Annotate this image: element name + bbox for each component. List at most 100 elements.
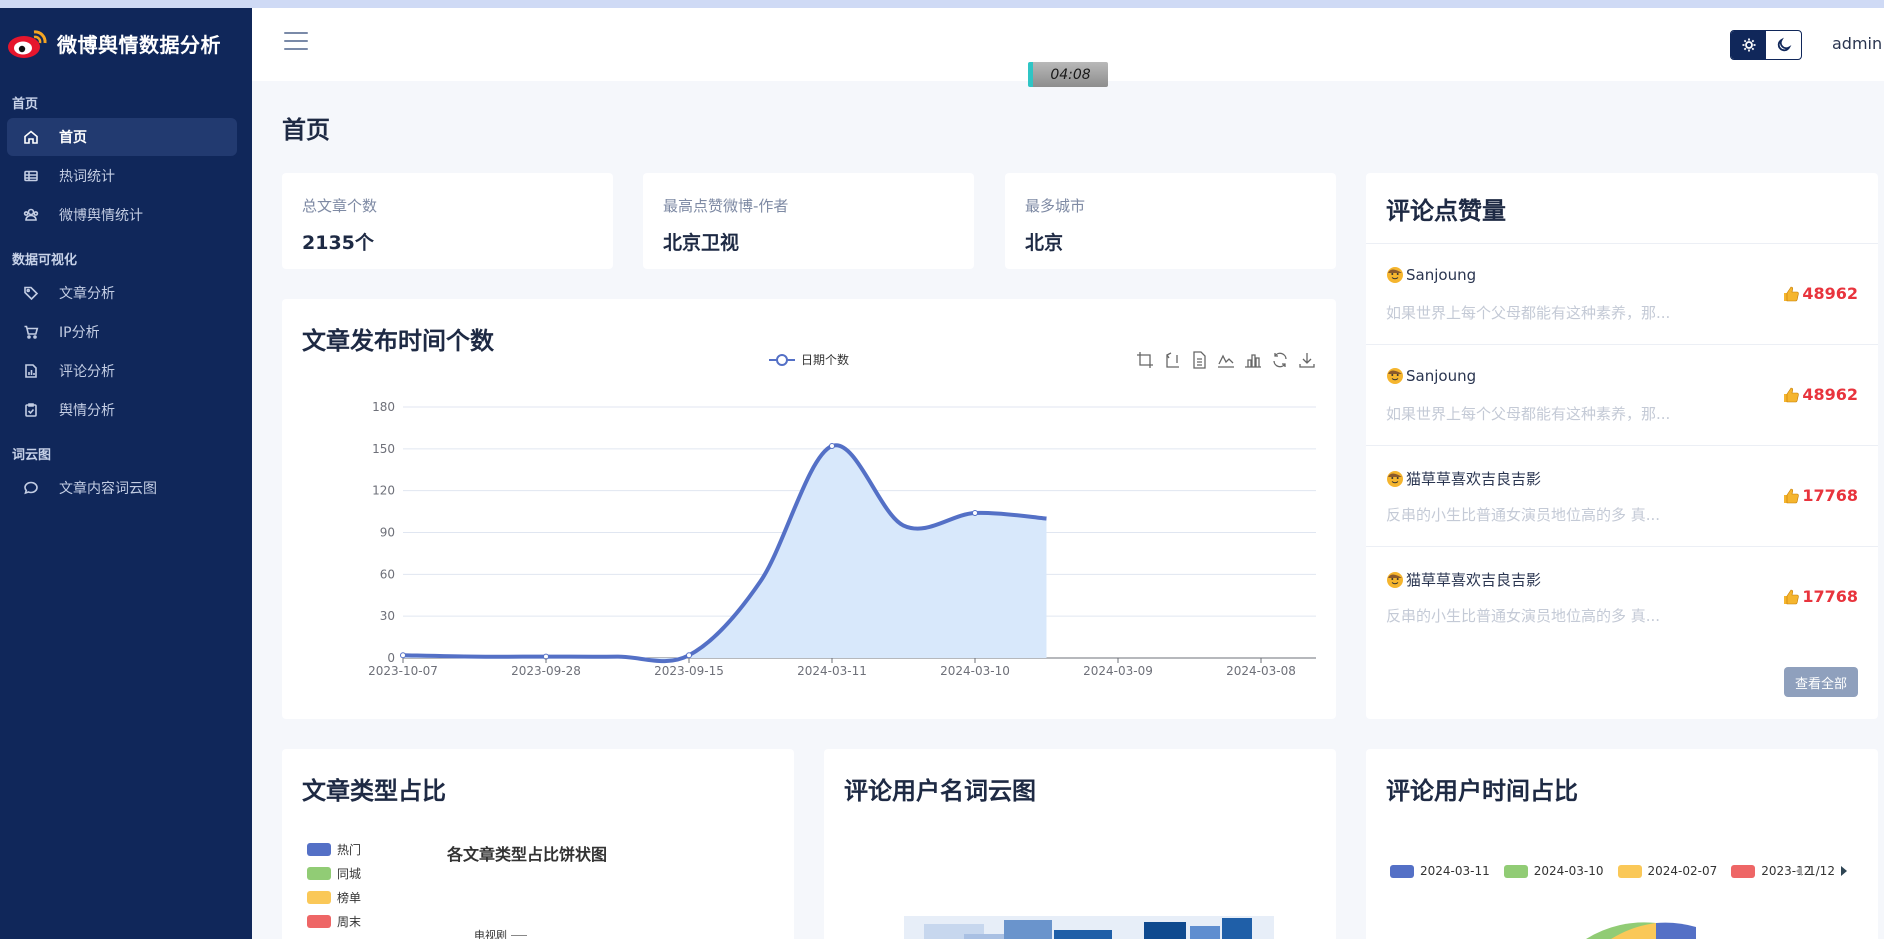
- comment-likes: 48962: [1782, 284, 1858, 303]
- comment-likes: 48962: [1782, 385, 1858, 404]
- user-menu[interactable]: admin: [1832, 34, 1882, 53]
- data-point: [400, 652, 406, 659]
- stat-card-top-city: 最多城市 北京: [1005, 173, 1336, 269]
- legend-item[interactable]: 榜单: [307, 889, 361, 906]
- x-tick-label: 2023-09-15: [654, 664, 724, 678]
- likes-count: 17768: [1802, 486, 1858, 505]
- sidebar-item-label: 微博舆情统计: [59, 208, 143, 224]
- user-face-icon: [1387, 267, 1403, 283]
- x-tick-label: 2024-03-08: [1226, 664, 1296, 678]
- sidebar-item-label: 首页: [59, 130, 87, 146]
- legend-swatch: [1731, 864, 1756, 878]
- sidebar-item-label: 文章分析: [59, 286, 115, 302]
- y-tick-label: 150: [372, 442, 395, 456]
- sidebar-item-ip-analysis[interactable]: IP分析: [7, 313, 237, 351]
- stat-card-total-articles: 总文章个数 2135个: [282, 173, 613, 269]
- legend-swatch: [1503, 864, 1528, 878]
- sidebar-item-weibo-stats[interactable]: 微博舆情统计: [7, 196, 237, 234]
- sun-icon: [1742, 38, 1755, 52]
- comment-item[interactable]: Sanjoung 如果世界上每个父母都能有这种素养，那... 48962: [1366, 344, 1878, 445]
- legend-label: 同城: [337, 867, 362, 881]
- home-icon: [24, 130, 38, 144]
- comment-item[interactable]: 猫草草喜欢吉良吉影 反串的小生比普通女演员地位高的多 真... 17768: [1366, 546, 1878, 647]
- legend-item[interactable]: 周末: [307, 913, 361, 930]
- legend-label: 周末: [337, 915, 362, 929]
- card-title: 评论点赞量: [1386, 197, 1506, 225]
- pie-chart-partial: [1586, 922, 1696, 939]
- brand[interactable]: 微博舆情数据分析: [0, 8, 252, 78]
- theme-toggle[interactable]: [1730, 30, 1802, 60]
- legend-item[interactable]: 热门: [307, 841, 361, 858]
- comment-username: Sanjoung: [1406, 266, 1477, 284]
- comment-likes: 17768: [1782, 587, 1858, 606]
- view-all-button[interactable]: 查看全部: [1784, 667, 1858, 697]
- comment-user: 猫草草喜欢吉良吉影: [1386, 468, 1541, 489]
- comment-item[interactable]: 猫草草喜欢吉良吉影 反串的小生比普通女演员地位高的多 真... 17768: [1366, 445, 1878, 546]
- stat-label: 总文章个数: [302, 197, 378, 215]
- x-tick-label: 2023-10-07: [368, 664, 438, 678]
- legend-swatch: [1390, 864, 1414, 878]
- page-title: 首页: [282, 116, 330, 144]
- user-face-icon: [1387, 368, 1403, 384]
- data-point: [829, 443, 835, 450]
- app-title: 微博舆情数据分析: [57, 32, 221, 57]
- data-point: [686, 652, 692, 659]
- legend-item[interactable]: 2024-03-10: [1503, 864, 1604, 878]
- legend-label: 热门: [337, 843, 362, 857]
- table-icon: [24, 170, 38, 182]
- pie-label: 电视剧: [474, 929, 507, 939]
- x-tick-label: 2024-03-11: [797, 664, 867, 678]
- next-page-icon[interactable]: [1839, 865, 1849, 877]
- thumbs-up-icon: [1784, 387, 1800, 402]
- y-tick-label: 180: [372, 400, 395, 414]
- cart-icon: [24, 325, 39, 339]
- legend-item[interactable]: 2024-02-07: [1617, 864, 1718, 878]
- y-tick-label: 60: [380, 567, 395, 581]
- tag-icon: [24, 286, 39, 301]
- comment-likes-card: 评论点赞量 Sanjoung 如果世界上每个父母都能有这种素养，那... 48962…: [1366, 173, 1878, 719]
- legend-swatch: [1617, 864, 1642, 878]
- sidebar-item-label: 评论分析: [59, 364, 115, 380]
- legend-label: 2024-03-10: [1533, 864, 1604, 878]
- data-point: [972, 509, 978, 516]
- comment-likes: 17768: [1782, 486, 1858, 505]
- pie-chart-title: 各文章类型占比饼状图: [447, 845, 608, 864]
- y-tick-label: 0: [387, 651, 395, 665]
- stat-label: 最高点赞微博-作者: [663, 197, 789, 215]
- stat-value: 北京: [1025, 232, 1064, 254]
- y-tick-label: 30: [380, 609, 395, 623]
- user-face-icon: [1387, 470, 1403, 487]
- light-mode-button[interactable]: [1731, 31, 1766, 59]
- likes-count: 48962: [1802, 284, 1858, 303]
- legend-item[interactable]: 2024-03-11: [1390, 864, 1490, 878]
- weibo-logo-icon: [8, 30, 47, 58]
- pager-label: 1/12: [1808, 864, 1835, 878]
- legend-swatch: [307, 891, 331, 904]
- comment-item[interactable]: Sanjoung 如果世界上每个父母都能有这种素养，那... 48962: [1366, 243, 1878, 344]
- sidebar-item-sentiment-analysis[interactable]: 舆情分析: [7, 391, 237, 429]
- nav-section-visualization: 数据可视化: [12, 253, 78, 268]
- menu-toggle-icon[interactable]: [284, 32, 308, 52]
- prev-page-icon[interactable]: [1794, 865, 1804, 877]
- pie-label-line: [511, 934, 527, 936]
- sidebar: 微博舆情数据分析 首页 首页 热词统计 微博舆情统计 数据可视化 文章分析 IP…: [0, 8, 252, 939]
- sidebar-item-label: 文章内容词云图: [59, 481, 157, 497]
- sidebar-item-content-wordcloud[interactable]: 文章内容词云图: [7, 469, 237, 507]
- legend-label: 2024-02-07: [1647, 864, 1718, 878]
- legend-item[interactable]: 同城: [307, 865, 361, 882]
- sidebar-item-hotwords[interactable]: 热词统计: [7, 157, 237, 195]
- dark-mode-button[interactable]: [1766, 31, 1801, 59]
- legend-pager: 1/12: [1794, 864, 1849, 878]
- username-wordcloud-card: 评论用户名词云图: [824, 749, 1336, 939]
- comment-user: 猫草草喜欢吉良吉影: [1386, 569, 1541, 590]
- legend-swatch: [307, 843, 331, 856]
- sidebar-item-home[interactable]: 首页: [7, 118, 237, 156]
- sidebar-item-comment-analysis[interactable]: 评论分析: [7, 352, 237, 390]
- comment-text: 如果世界上每个父母都能有这种素养，那...: [1386, 405, 1671, 423]
- sidebar-item-article-analysis[interactable]: 文章分析: [7, 274, 237, 312]
- y-tick-label: 120: [372, 484, 395, 498]
- article-type-card: 文章类型占比 各文章类型占比饼状图 热门 同城 榜单 周末 电视剧: [282, 749, 794, 939]
- publish-time-chart-card: 文章发布时间个数 日期个数 0 30 60 90 120 150 180 2023-10-07…: [282, 299, 1336, 719]
- publish-time-area-chart: 0 30 60 90 120 150 180 2023-10-07 2023-09-28 2023…: [368, 400, 1316, 678]
- thumbs-up-icon: [1784, 488, 1800, 503]
